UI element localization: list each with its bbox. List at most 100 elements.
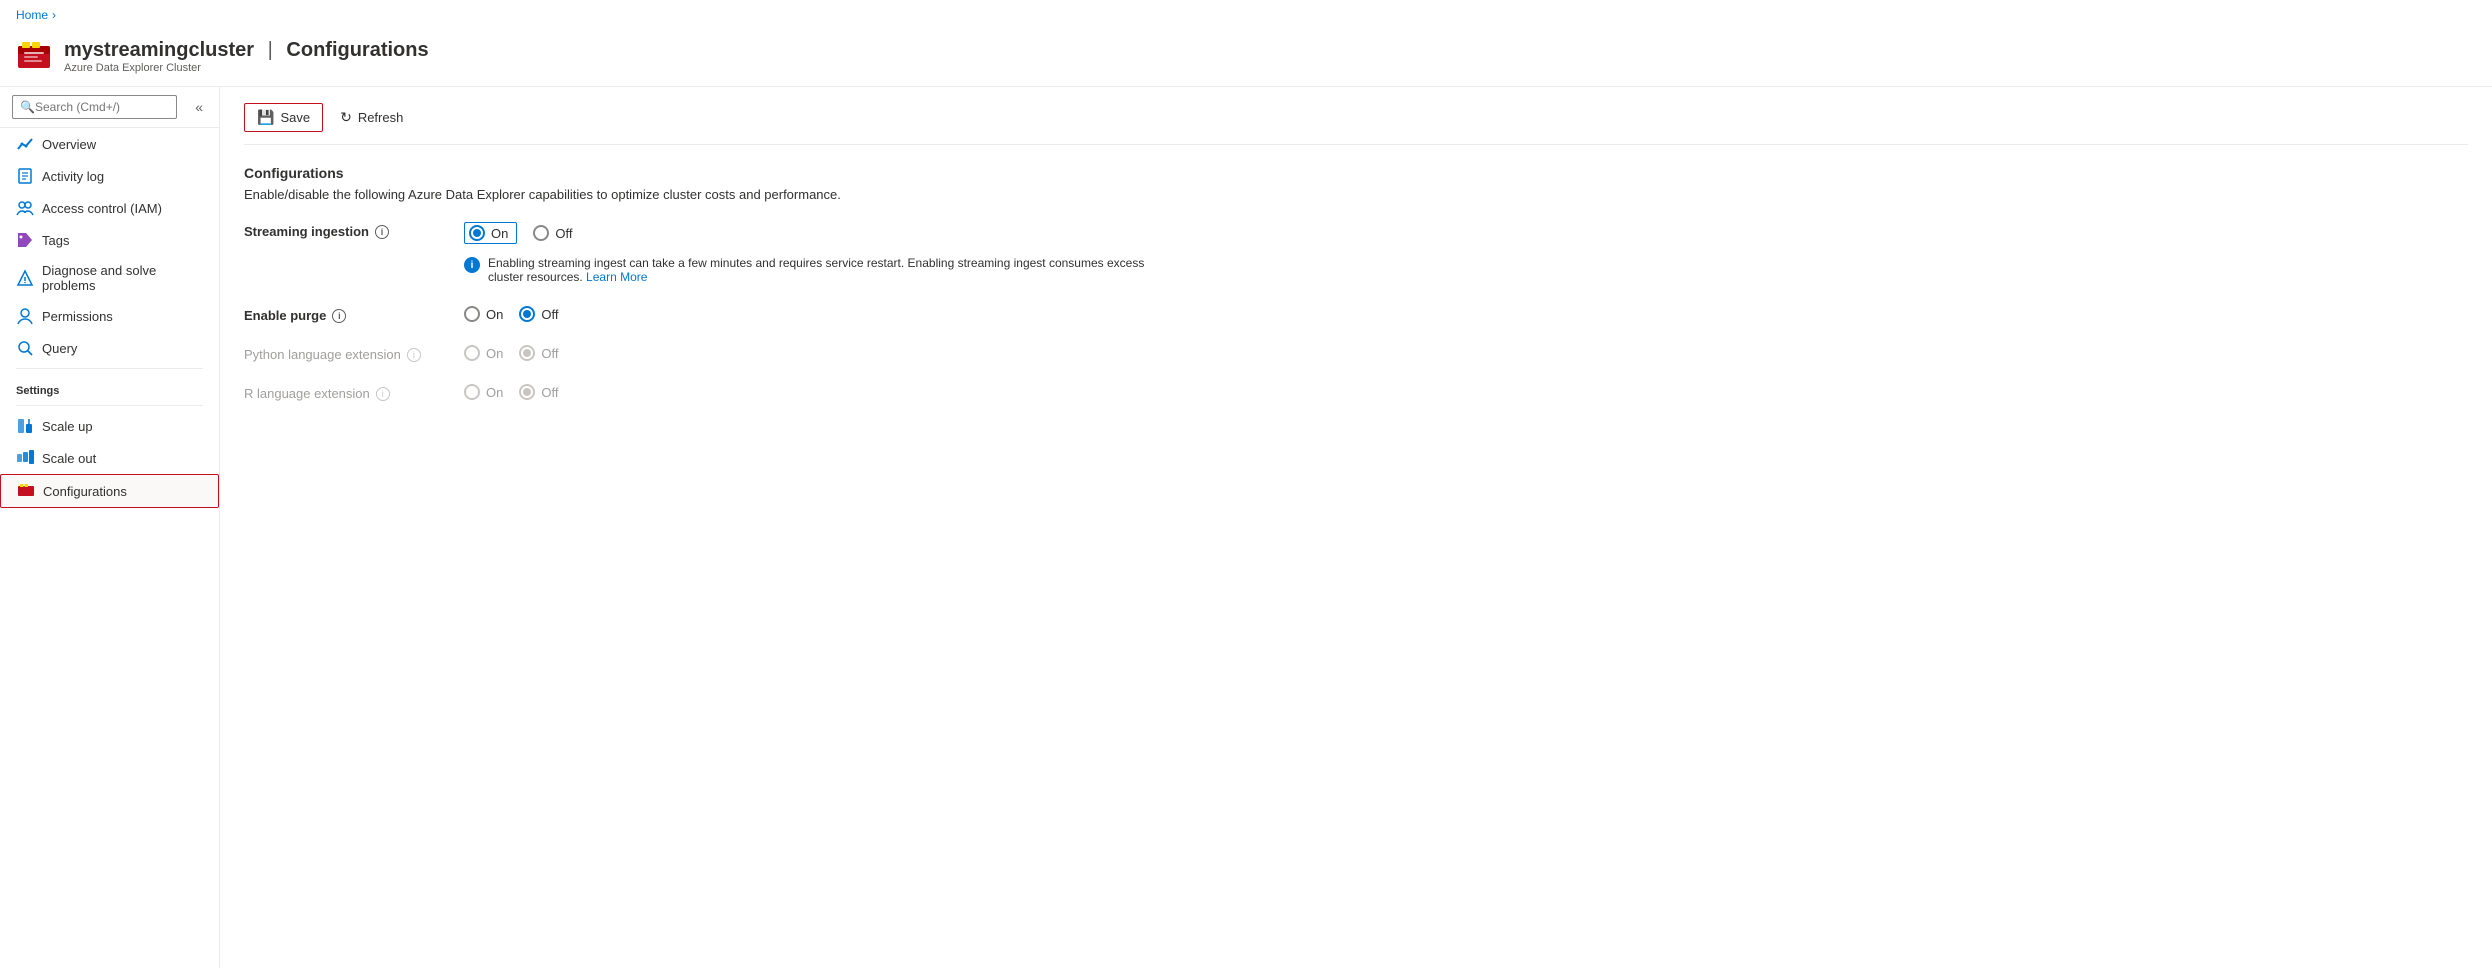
streaming-ingestion-info-icon[interactable]: i — [375, 225, 389, 239]
iam-label: Access control (IAM) — [42, 201, 162, 216]
configurations-icon — [17, 482, 35, 500]
search-input[interactable] — [12, 95, 177, 119]
section-description: Enable/disable the following Azure Data … — [244, 187, 2468, 202]
enable-purge-off-label: Off — [541, 307, 558, 322]
r-extension-row: R language extension i On Off — [244, 384, 2468, 401]
learn-more-link[interactable]: Learn More — [586, 270, 647, 284]
search-icon: 🔍 — [20, 100, 35, 114]
python-extension-on-radio — [464, 345, 480, 361]
streaming-ingestion-on-label: On — [491, 226, 508, 241]
r-extension-info-icon[interactable]: i — [376, 387, 390, 401]
sidebar-item-overview[interactable]: Overview — [0, 128, 219, 160]
streaming-ingestion-label: Streaming ingestion i — [244, 222, 464, 239]
enable-purge-label: Enable purge i — [244, 306, 464, 323]
page-header: mystreamingcluster | Configurations Azur… — [0, 30, 2492, 87]
section-title: Configurations — [244, 165, 2468, 181]
streaming-ingestion-on-option[interactable]: On — [464, 222, 517, 244]
header-text: mystreamingcluster | Configurations Azur… — [64, 39, 429, 74]
info-circle-icon: i — [464, 257, 480, 273]
enable-purge-on-option[interactable]: On — [464, 306, 503, 322]
r-extension-on-option: On — [464, 384, 503, 400]
query-icon — [16, 339, 34, 357]
iam-icon — [16, 199, 34, 217]
python-extension-controls: On Off — [464, 345, 558, 361]
r-extension-on-radio — [464, 384, 480, 400]
r-extension-label: R language extension i — [244, 384, 464, 401]
toolbar: 💾 Save ↻ Refresh — [244, 103, 2468, 145]
sidebar-item-scale-out[interactable]: Scale out — [0, 442, 219, 474]
overview-label: Overview — [42, 137, 96, 152]
configurations-label: Configurations — [43, 484, 127, 499]
enable-purge-off-option[interactable]: Off — [519, 306, 558, 322]
sidebar-item-tags[interactable]: Tags — [0, 224, 219, 256]
python-extension-off-label: Off — [541, 346, 558, 361]
python-extension-off-radio — [519, 345, 535, 361]
python-extension-info-icon[interactable]: i — [407, 348, 421, 362]
search-bar: 🔍 « — [0, 87, 219, 128]
r-extension-controls: On Off — [464, 384, 558, 400]
streaming-ingestion-info-text: Enabling streaming ingest can take a few… — [488, 256, 1164, 284]
nav-divider — [16, 368, 203, 369]
enable-purge-on-label: On — [486, 307, 503, 322]
save-icon: 💾 — [257, 109, 274, 126]
scale-up-icon — [16, 417, 34, 435]
sidebar-item-configurations[interactable]: Configurations — [0, 474, 219, 508]
scale-out-icon — [16, 449, 34, 467]
permissions-icon — [16, 307, 34, 325]
sidebar-item-query[interactable]: Query — [0, 332, 219, 364]
nav-divider-2 — [16, 405, 203, 406]
sidebar-item-permissions[interactable]: Permissions — [0, 300, 219, 332]
permissions-label: Permissions — [42, 309, 113, 324]
cluster-icon — [16, 38, 52, 74]
python-extension-radio-group: On Off — [464, 345, 558, 361]
refresh-button[interactable]: ↻ Refresh — [327, 103, 416, 132]
activity-log-icon — [16, 167, 34, 185]
breadcrumb-home[interactable]: Home — [16, 8, 48, 22]
tags-icon — [16, 231, 34, 249]
r-extension-radio-group: On Off — [464, 384, 558, 400]
enable-purge-radio-group: On Off — [464, 306, 558, 322]
collapse-button[interactable]: « — [191, 97, 207, 117]
scale-up-label: Scale up — [42, 419, 93, 434]
streaming-ingestion-radio-group: On Off — [464, 222, 1164, 244]
enable-purge-on-radio[interactable] — [464, 306, 480, 322]
python-extension-off-option: Off — [519, 345, 558, 361]
refresh-label: Refresh — [358, 110, 404, 125]
streaming-ingestion-off-label: Off — [555, 226, 572, 241]
overview-icon — [16, 135, 34, 153]
sidebar-item-diagnose[interactable]: Diagnose and solve problems — [0, 256, 219, 300]
python-extension-row: Python language extension i On Off — [244, 345, 2468, 362]
r-extension-on-label: On — [486, 385, 503, 400]
enable-purge-off-radio[interactable] — [519, 306, 535, 322]
save-label: Save — [280, 110, 310, 125]
sidebar-item-scale-up[interactable]: Scale up — [0, 410, 219, 442]
streaming-ingestion-info-box: i Enabling streaming ingest can take a f… — [464, 256, 1164, 284]
query-label: Query — [42, 341, 77, 356]
python-extension-on-label: On — [486, 346, 503, 361]
r-extension-off-radio — [519, 384, 535, 400]
diagnose-label: Diagnose and solve problems — [42, 263, 203, 293]
python-extension-label: Python language extension i — [244, 345, 464, 362]
breadcrumb: Home › — [0, 0, 2492, 30]
sidebar-item-iam[interactable]: Access control (IAM) — [0, 192, 219, 224]
diagnose-icon — [16, 269, 34, 287]
page-subtitle: Azure Data Explorer Cluster — [64, 62, 429, 74]
enable-purge-info-icon[interactable]: i — [332, 309, 346, 323]
streaming-ingestion-off-radio[interactable] — [533, 225, 549, 241]
streaming-ingestion-off-option[interactable]: Off — [533, 225, 572, 241]
breadcrumb-chevron: › — [52, 8, 56, 22]
refresh-icon: ↻ — [340, 109, 352, 126]
streaming-ingestion-on-radio[interactable] — [469, 225, 485, 241]
scale-out-label: Scale out — [42, 451, 96, 466]
page-title: mystreamingcluster | Configurations — [64, 39, 429, 62]
r-extension-off-label: Off — [541, 385, 558, 400]
enable-purge-row: Enable purge i On Off — [244, 306, 2468, 323]
save-button[interactable]: 💾 Save — [244, 103, 323, 132]
python-extension-on-option: On — [464, 345, 503, 361]
content-area: 💾 Save ↻ Refresh Configurations Enable/d… — [220, 87, 2492, 968]
r-extension-off-option: Off — [519, 384, 558, 400]
sidebar-item-activity-log[interactable]: Activity log — [0, 160, 219, 192]
enable-purge-controls: On Off — [464, 306, 558, 322]
activity-log-label: Activity log — [42, 169, 104, 184]
streaming-ingestion-row: Streaming ingestion i On Off i — [244, 222, 2468, 284]
